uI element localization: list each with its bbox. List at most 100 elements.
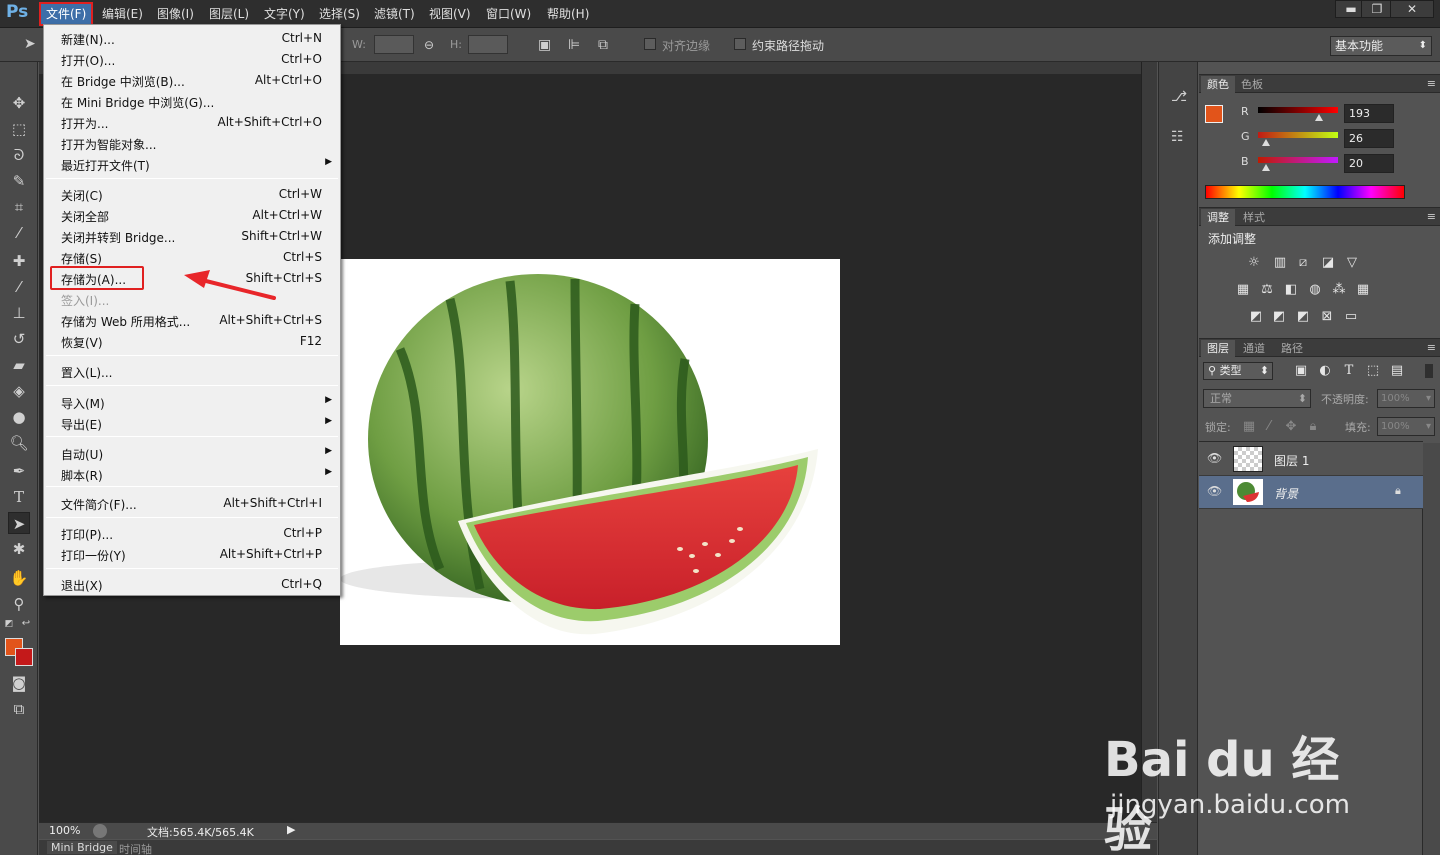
layers-scrollbar[interactable] (1423, 443, 1440, 855)
menu-item-place[interactable]: 置入(L)... (44, 361, 340, 382)
panel-menu-icon[interactable]: ≡ (1427, 341, 1436, 354)
menu-item-close-all[interactable]: 关闭全部 Alt+Ctrl+W (44, 205, 340, 226)
menu-item-save-for-web[interactable]: 存储为 Web 所用格式... Alt+Shift+Ctrl+S (44, 310, 340, 331)
posterize-icon[interactable]: ◩ (1271, 310, 1287, 324)
black-white-icon[interactable]: ◧ (1283, 283, 1299, 297)
screen-mode-icon[interactable]: ⧉ (8, 698, 30, 720)
move-tool-icon[interactable]: ✥ (8, 92, 30, 114)
menu-item-close-go-bridge[interactable]: 关闭并转到 Bridge... Shift+Ctrl+W (44, 226, 340, 247)
path-operations-icon[interactable]: ▣ (538, 38, 551, 52)
channel-r-slider[interactable] (1258, 107, 1338, 113)
menu-select[interactable]: 选择(S) (314, 4, 365, 24)
eraser-tool-icon[interactable]: ▰ (8, 354, 30, 376)
paint-bucket-tool-icon[interactable]: ◈ (8, 380, 30, 402)
exposure-icon[interactable]: ◪ (1320, 256, 1336, 270)
eyedropper-tool-icon[interactable]: ⁄ (8, 222, 30, 244)
lock-image-icon[interactable]: ⁄ (1261, 420, 1277, 434)
pen-tool-icon[interactable]: ✒ (8, 460, 30, 482)
tab-channels[interactable]: 通道 (1237, 340, 1271, 357)
channel-b-value[interactable]: 20 (1344, 154, 1394, 173)
menu-item-print-one-copy[interactable]: 打印一份(Y) Alt+Shift+Ctrl+P (44, 544, 340, 565)
zoom-tool-icon[interactable]: ⚲ (8, 593, 30, 615)
path-selection-tool-icon[interactable]: ➤ (8, 512, 30, 534)
shape-tool-icon[interactable]: ✱ (8, 538, 30, 560)
tab-mini-bridge[interactable]: Mini Bridge (47, 841, 117, 854)
lock-transparent-icon[interactable]: ▦ (1241, 420, 1257, 434)
menu-item-open-as-smart-object[interactable]: 打开为智能对象... (44, 133, 340, 154)
menu-window[interactable]: 窗口(W) (481, 4, 536, 24)
tab-color[interactable]: 颜色 (1201, 76, 1235, 93)
menu-item-print[interactable]: 打印(P)... Ctrl+P (44, 523, 340, 544)
menu-item-open[interactable]: 打开(O)... Ctrl+O (44, 49, 340, 70)
menu-item-export[interactable]: 导出(E) ▶ (44, 413, 340, 434)
menu-item-new[interactable]: 新建(N)... Ctrl+N (44, 28, 340, 49)
healing-brush-tool-icon[interactable]: ✚ (8, 250, 30, 272)
restore-button[interactable]: ❐ (1361, 0, 1393, 18)
quick-mask-icon[interactable]: ◙ (8, 672, 30, 694)
filter-adjustment-icon[interactable]: ◐ (1317, 364, 1333, 378)
panel-menu-icon[interactable]: ≡ (1427, 210, 1436, 223)
tab-layers[interactable]: 图层 (1201, 340, 1235, 357)
tab-paths[interactable]: 路径 (1275, 340, 1309, 357)
selective-color-icon[interactable]: ⊠ (1319, 310, 1335, 324)
gradient-map-icon[interactable]: ▭ (1343, 310, 1359, 324)
clone-stamp-tool-icon[interactable]: ⊥ (8, 302, 30, 324)
history-brush-tool-icon[interactable]: ↺ (8, 328, 30, 350)
brush-tool-icon[interactable]: ⁄ (8, 276, 30, 298)
levels-icon[interactable]: ▥ (1272, 256, 1288, 270)
dodge-tool-icon[interactable]: 🔍︎ (8, 432, 30, 454)
blend-mode-select[interactable]: 正常 ⬍ (1203, 389, 1311, 408)
menu-item-file-info[interactable]: 文件简介(F)... Alt+Shift+Ctrl+I (44, 493, 340, 514)
curves-icon[interactable]: ⧄ (1295, 256, 1311, 270)
menu-image[interactable]: 图像(I) (152, 4, 199, 24)
color-spectrum[interactable] (1205, 185, 1405, 199)
visibility-eye-icon[interactable]: 👁︎ (1207, 451, 1222, 465)
channel-r-value[interactable]: 193 (1344, 104, 1394, 123)
menu-item-recent-files[interactable]: 最近打开文件(T) ▶ (44, 154, 340, 175)
channel-g-value[interactable]: 26 (1344, 129, 1394, 148)
tab-swatches[interactable]: 色板 (1235, 76, 1269, 93)
menu-item-automate[interactable]: 自动(U) ▶ (44, 443, 340, 464)
fill-field[interactable]: 100% ▾ (1377, 417, 1435, 436)
menu-filter[interactable]: 滤镜(T) (369, 4, 420, 24)
layer-row[interactable]: 👁︎ 图层 1 (1199, 443, 1423, 476)
filter-pixel-icon[interactable]: ▣ (1293, 364, 1309, 378)
color-lookup-icon[interactable]: ▦ (1355, 283, 1371, 297)
layer-filter-select[interactable]: ⚲ 类型 ⬍ (1203, 362, 1273, 380)
color-foreground-swatch[interactable] (1205, 105, 1223, 123)
background-color-swatch[interactable] (15, 648, 33, 666)
zoom-level[interactable]: 100% (49, 824, 80, 837)
history-panel-icon[interactable]: ⎇ (1171, 90, 1187, 104)
tab-styles[interactable]: 样式 (1237, 209, 1271, 226)
channel-b-knob[interactable] (1262, 164, 1270, 171)
color-balance-icon[interactable]: ⚖ (1259, 283, 1275, 297)
hand-tool-icon[interactable]: ✋ (8, 567, 30, 589)
menu-item-browse-mini-bridge[interactable]: 在 Mini Bridge 中浏览(G)... (44, 91, 340, 112)
quick-selection-tool-icon[interactable]: ✎ (8, 170, 30, 192)
filter-shape-icon[interactable]: ⬚ (1365, 364, 1381, 378)
vibrance-icon[interactable]: ▽ (1344, 256, 1360, 270)
default-colors-icon[interactable]: ◩ (3, 618, 15, 630)
menu-file[interactable]: 文件(F) (38, 2, 94, 26)
opacity-field[interactable]: 100% ▾ (1377, 389, 1435, 408)
tab-adjustments[interactable]: 调整 (1201, 209, 1235, 226)
visibility-eye-icon[interactable]: 👁︎ (1207, 484, 1222, 498)
constrain-path-checkbox[interactable] (734, 38, 746, 50)
channel-g-knob[interactable] (1262, 139, 1270, 146)
menu-edit[interactable]: 编辑(E) (97, 4, 148, 24)
lock-position-icon[interactable]: ✥ (1283, 420, 1299, 434)
blur-tool-icon[interactable]: ● (8, 406, 30, 428)
menu-type[interactable]: 文字(Y) (259, 4, 310, 24)
type-tool-icon[interactable]: T (8, 486, 30, 508)
menu-item-scripts[interactable]: 脚本(R) ▶ (44, 464, 340, 485)
menu-help[interactable]: 帮助(H) (542, 4, 594, 24)
channel-mixer-icon[interactable]: ⁂ (1331, 283, 1347, 297)
status-info-icon[interactable] (93, 824, 107, 838)
menu-item-revert[interactable]: 恢复(V) F12 (44, 331, 340, 352)
align-edges-checkbox[interactable] (644, 38, 656, 50)
lasso-tool-icon[interactable]: ᘐ (8, 144, 30, 166)
hue-saturation-icon[interactable]: ▦ (1235, 283, 1251, 297)
filter-smart-object-icon[interactable]: ▤ (1389, 364, 1405, 378)
menu-item-browse-bridge[interactable]: 在 Bridge 中浏览(B)... Alt+Ctrl+O (44, 70, 340, 91)
menu-item-import[interactable]: 导入(M) ▶ (44, 392, 340, 413)
